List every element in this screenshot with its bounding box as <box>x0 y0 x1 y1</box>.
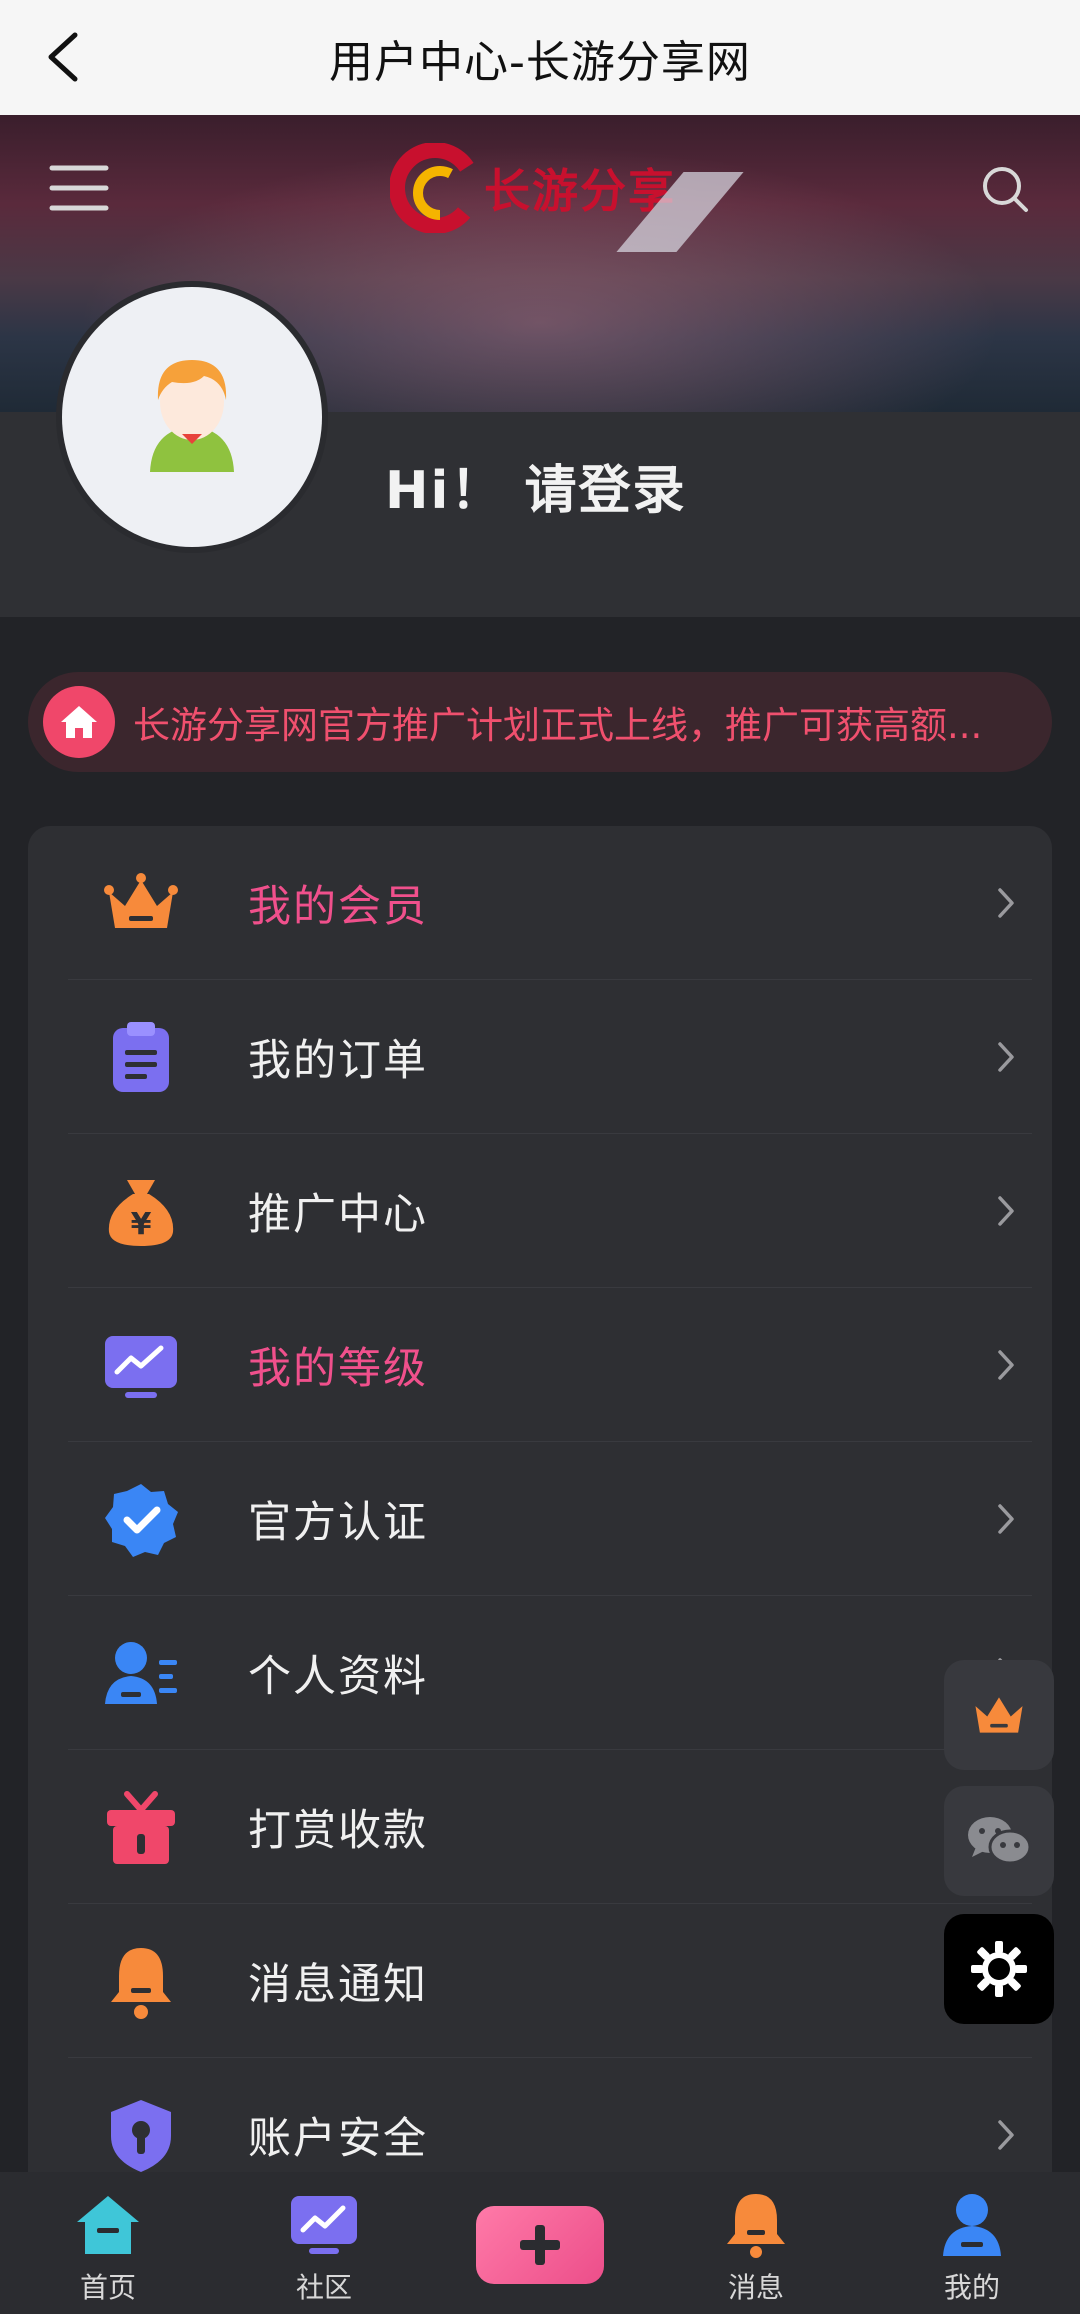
community-icon <box>291 2196 357 2254</box>
login-prompt[interactable]: Hi！ 请登录 <box>385 448 686 523</box>
bell-icon <box>111 1948 171 2019</box>
menu-item-label: 我的订单 <box>248 1035 428 1086</box>
tab-mine[interactable]: 我的 <box>864 2172 1080 2314</box>
menu-item-label: 我的等级 <box>248 1343 428 1394</box>
search-button[interactable] <box>978 162 1034 218</box>
float-vip-button[interactable] <box>944 1660 1054 1770</box>
menu-item-label: 消息通知 <box>248 1959 428 2010</box>
logo-mark-icon <box>390 143 480 233</box>
top-navigation-bar: 用户中心-长游分享网 <box>0 0 1080 115</box>
tab-home[interactable]: 首页 <box>0 2172 216 2314</box>
menu-item-promotion[interactable]: ¥ 推广中心 <box>68 1134 1032 1288</box>
tab-messages[interactable]: 消息 <box>648 2172 864 2314</box>
menu-item-tipping[interactable]: 打赏收款 <box>68 1750 1032 1904</box>
user-profile-icon <box>105 1642 177 1704</box>
chevron-left-icon <box>48 32 78 82</box>
tab-community[interactable]: 社区 <box>216 2172 432 2314</box>
announcement-bar[interactable]: 长游分享网官方推广计划正式上线，推广可获高额... <box>28 672 1052 772</box>
hamburger-icon <box>49 165 109 211</box>
crown-icon <box>975 1697 1023 1733</box>
menu-item-verification[interactable]: 官方认证 <box>68 1442 1032 1596</box>
float-settings-button[interactable] <box>944 1914 1054 2024</box>
crown-icon <box>104 873 178 928</box>
menu-list: 我的会员 我的订单 ¥ 推广中心 我的等级 官方认证 个人资料 打赏收款 消息通… <box>28 826 1052 2226</box>
chevron-right-icon <box>998 1042 1014 1072</box>
money-bag-icon: ¥ <box>108 1180 174 1246</box>
menu-item-orders[interactable]: 我的订单 <box>68 980 1032 1134</box>
chart-monitor-icon <box>105 1336 177 1398</box>
page-title: 用户中心-长游分享网 <box>329 36 751 88</box>
menu-item-label: 我的会员 <box>248 881 428 932</box>
back-button[interactable] <box>28 22 98 92</box>
menu-item-label: 官方认证 <box>248 1497 428 1548</box>
announcement-text: 长游分享网官方推广计划正式上线，推广可获高额... <box>133 704 983 747</box>
menu-item-notifications[interactable]: 消息通知 <box>68 1904 1032 2058</box>
menu-item-label: 个人资料 <box>248 1651 428 1702</box>
logo-text: 长游分享 <box>484 164 676 218</box>
menu-item-label: 账户安全 <box>248 2113 428 2164</box>
menu-item-label: 打赏收款 <box>248 1805 428 1856</box>
default-avatar-icon <box>150 360 234 472</box>
search-icon <box>983 167 1028 212</box>
tab-label: 我的 <box>943 2271 1000 2304</box>
menu-item-profile[interactable]: 个人资料 <box>68 1596 1032 1750</box>
wechat-icon <box>968 1817 1032 1865</box>
verified-badge-icon <box>105 1484 178 1557</box>
home-icon <box>77 2196 139 2254</box>
chevron-right-icon <box>998 1196 1014 1226</box>
tab-label: 消息 <box>727 2271 784 2304</box>
avatar[interactable] <box>62 287 322 547</box>
plus-icon <box>520 2225 560 2265</box>
svg-text:¥: ¥ <box>131 1207 152 1242</box>
chevron-right-icon <box>998 1350 1014 1380</box>
hamburger-menu-button[interactable] <box>48 160 114 216</box>
tab-label: 社区 <box>295 2271 352 2304</box>
gift-icon <box>107 1791 175 1864</box>
settings-gear-icon <box>971 1941 1027 1997</box>
shield-lock-icon <box>111 2100 171 2172</box>
home-icon <box>43 686 115 758</box>
menu-item-label: 推广中心 <box>248 1189 428 1240</box>
float-wechat-button[interactable] <box>944 1786 1054 1896</box>
chevron-right-icon <box>998 888 1014 918</box>
create-post-button[interactable] <box>476 2206 604 2284</box>
bell-icon <box>727 2194 785 2258</box>
tab-label: 首页 <box>79 2271 136 2304</box>
menu-item-level[interactable]: 我的等级 <box>68 1288 1032 1442</box>
chevron-right-icon <box>998 2120 1014 2150</box>
clipboard-icon <box>113 1022 169 1092</box>
menu-item-membership[interactable]: 我的会员 <box>68 826 1032 980</box>
chevron-right-icon <box>998 1504 1014 1534</box>
user-icon <box>943 2194 1001 2256</box>
